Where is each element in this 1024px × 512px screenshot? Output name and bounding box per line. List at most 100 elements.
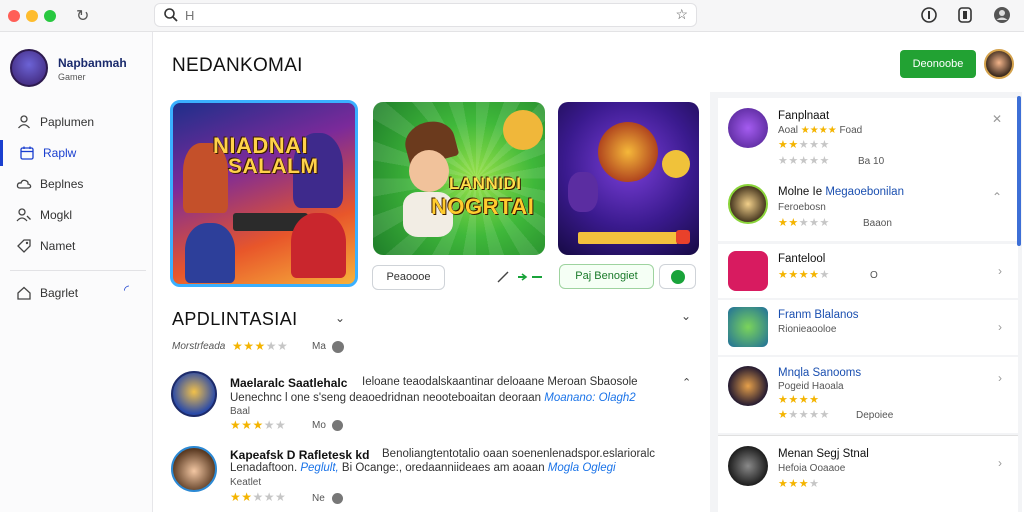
banner-title bbox=[578, 232, 678, 244]
profile-name: Napbanmah bbox=[58, 56, 127, 70]
tag-icon bbox=[17, 239, 31, 253]
user-icon bbox=[18, 115, 30, 129]
review-author: Keatlet bbox=[230, 477, 262, 488]
sidebar-item-label: Raplw bbox=[43, 146, 77, 160]
sidebar-item-label: Bagrlet bbox=[40, 286, 79, 300]
info-icon[interactable] bbox=[920, 6, 938, 24]
app-icon bbox=[728, 446, 768, 486]
sidebar-item-paplumen[interactable]: Paplumen bbox=[0, 109, 152, 135]
recommendation-card[interactable]: Franm Blalanos Rionieaooloe › bbox=[718, 300, 1018, 355]
panel-scrollbar[interactable] bbox=[1017, 96, 1021, 246]
review-text-line: Bi Ocange:, oredaanniideaes am aoaan bbox=[341, 462, 545, 474]
sidebar-item-mogkl[interactable]: Mogkl bbox=[0, 202, 152, 228]
chevron-right-icon[interactable]: › bbox=[998, 264, 1002, 278]
app-meta: Baaon bbox=[863, 218, 892, 229]
banner-primary-button[interactable]: Paj Benogiet bbox=[559, 264, 654, 289]
maximize-window-button[interactable] bbox=[44, 10, 56, 22]
review-text-line: Uenechnc l one s'seng deaoedridnan neoot… bbox=[230, 392, 542, 404]
rating-stars: ★★★★★ bbox=[778, 217, 830, 229]
app-meta: O bbox=[870, 270, 878, 281]
page-title: NEDANKOMAI bbox=[172, 55, 303, 76]
address-input[interactable] bbox=[185, 7, 655, 24]
review-author: Baal bbox=[230, 406, 251, 417]
sidebar-divider bbox=[10, 270, 146, 271]
banner-go-button[interactable] bbox=[659, 264, 696, 289]
dismiss-icon[interactable]: ⌃ bbox=[992, 190, 1002, 204]
user-avatar[interactable] bbox=[984, 49, 1014, 79]
review-link[interactable]: Mogla Oglegi bbox=[548, 462, 616, 474]
loading-spinner-icon: ◜ bbox=[124, 282, 130, 297]
banner-title: NOGRTAI bbox=[431, 194, 535, 219]
app-icon bbox=[728, 108, 768, 148]
close-window-button[interactable] bbox=[8, 10, 20, 22]
info-dot-icon bbox=[332, 341, 344, 353]
banner-secondary-button[interactable]: Peaoooe bbox=[372, 265, 445, 290]
search-icon bbox=[164, 8, 178, 22]
address-bar[interactable]: ☆ bbox=[154, 3, 697, 27]
app-subtitle-text: Aoal bbox=[778, 125, 799, 136]
featured-banner-main[interactable]: NIADNAI SALALM bbox=[170, 100, 358, 287]
edit-share-icon[interactable] bbox=[496, 270, 544, 284]
review-meta: Mo bbox=[312, 420, 326, 431]
sidebar-item-bagrlet[interactable]: Bagrlet ◜ bbox=[0, 280, 152, 306]
account-icon[interactable] bbox=[993, 6, 1011, 24]
review-text-line: Lenadaftoon. bbox=[230, 462, 298, 474]
app-name: Menan Segj Stnal bbox=[778, 448, 869, 460]
bookmark-star-icon[interactable]: ☆ bbox=[675, 6, 688, 23]
review-text: Lenadaftoon. Peglult, Bi Ocange:, oredaa… bbox=[230, 462, 616, 474]
recommendation-card[interactable]: Menan Segj Stnal Hefoia Ooaaoe ★★★★ › bbox=[718, 435, 1018, 512]
sidebar-item-raplw[interactable]: Raplw bbox=[0, 140, 152, 166]
character-art bbox=[185, 223, 235, 283]
reload-icon[interactable]: ↻ bbox=[76, 6, 89, 26]
chevron-right-icon[interactable]: › bbox=[998, 320, 1002, 334]
calendar-icon bbox=[20, 146, 34, 160]
sun-art bbox=[503, 110, 543, 150]
collapse-icon[interactable]: ⌃ bbox=[682, 376, 691, 389]
app-name: Fanplnaat bbox=[778, 110, 830, 122]
primary-action-button[interactable]: Deonoobe bbox=[900, 50, 976, 78]
rating-stars: ★★★★★ bbox=[778, 155, 830, 167]
profile-avatar[interactable] bbox=[10, 49, 48, 87]
chevron-right-icon[interactable]: › bbox=[998, 371, 1002, 385]
character-art bbox=[598, 122, 658, 182]
banner-title: SALALM bbox=[228, 155, 319, 178]
sidebar-item-beplnes[interactable]: Beplnes bbox=[0, 171, 152, 197]
app-subtitle: Feroebosn bbox=[778, 202, 826, 213]
rating-stars: ★★★★★ bbox=[778, 139, 830, 151]
section-meta-label: Morstrfeada bbox=[172, 341, 226, 352]
app-subtitle: Rionieaooloe bbox=[778, 324, 837, 335]
dismiss-icon[interactable]: ✕ bbox=[992, 112, 1002, 126]
chevron-down-icon[interactable]: ⌄ bbox=[335, 311, 345, 325]
sidebar-item-label: Beplnes bbox=[40, 177, 84, 191]
app-name-link[interactable]: Megaoebonilan bbox=[825, 186, 904, 198]
app-icon bbox=[728, 307, 768, 347]
section-meta-count: Ma bbox=[312, 341, 326, 352]
extensions-icon[interactable] bbox=[956, 6, 974, 24]
recommendation-card[interactable]: Fantelool ★★★★★ O › bbox=[718, 244, 1018, 298]
recommendation-card[interactable]: Mnqla Sanooms Pogeid Haoala ★★★★ ★★★★★ D… bbox=[718, 357, 1018, 433]
minimize-window-button[interactable] bbox=[26, 10, 38, 22]
review-link[interactable]: Peglult, bbox=[300, 462, 338, 474]
chevron-right-icon[interactable]: › bbox=[998, 456, 1002, 470]
app-subtitle: Hefoia Ooaaoe bbox=[778, 463, 846, 474]
rating-stars: ★★★★ bbox=[778, 394, 820, 406]
review-avatar[interactable] bbox=[171, 371, 217, 417]
coin-art bbox=[662, 150, 690, 178]
review-link[interactable]: Moanano: Olagh2 bbox=[544, 392, 635, 404]
review-headline: Benoliangtentotalio oaan soenenlenadspor… bbox=[382, 448, 656, 460]
review-title: Kapeafsk D Rafletesk kd bbox=[230, 448, 370, 462]
sidebar-item-namet[interactable]: Namet bbox=[0, 233, 152, 259]
app-subtitle: Pogeid Haoala bbox=[778, 381, 844, 392]
character-art bbox=[291, 213, 346, 278]
chevron-down-icon[interactable]: ⌄ bbox=[681, 309, 691, 323]
info-dot-icon bbox=[332, 420, 343, 431]
app-subtitle: Aoal ★★★★ Foad bbox=[778, 125, 862, 136]
home-icon bbox=[17, 286, 31, 300]
featured-banner-second[interactable]: LANNIDI NOGRTAI bbox=[373, 102, 545, 255]
featured-banner-third[interactable] bbox=[558, 102, 699, 255]
rating-stars: ★★★★ bbox=[778, 478, 820, 490]
recommendation-card[interactable]: Fanplnaat Aoal ★★★★ Foad ★★★★★ ★★★★★ Ba … bbox=[718, 98, 1018, 241]
review-avatar[interactable] bbox=[171, 446, 217, 492]
app-name-text: Molne Ie bbox=[778, 186, 823, 198]
review-headline: Ieloane teaodalskaantinar deloaane Meroa… bbox=[362, 376, 638, 388]
